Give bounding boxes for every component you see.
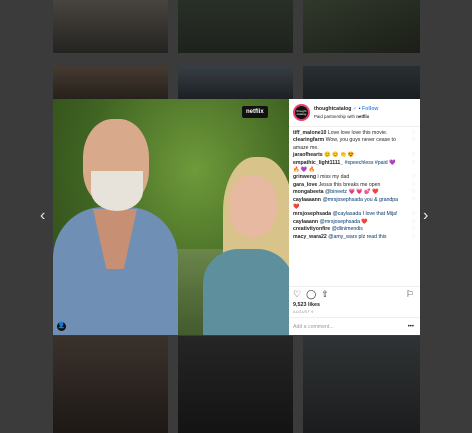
comment-like-icon[interactable]: ♡ xyxy=(412,226,416,233)
comment-item: macy_wara22 @amy_wars plz read this ♡ xyxy=(293,234,416,241)
comment-item: mrsjosephsada @caylasada I love that Mij… xyxy=(293,211,416,218)
comment-like-icon[interactable]: ♡ xyxy=(412,197,416,204)
add-comment-placeholder[interactable]: Add a comment... xyxy=(293,324,334,330)
comment-like-icon[interactable]: ♡ xyxy=(412,219,416,226)
post-actions-bar: ♡ ◯ ⇧ ⚐ xyxy=(289,286,420,301)
next-post-arrow-icon[interactable]: › xyxy=(423,208,428,224)
comment-text: Jesus this breaks me open xyxy=(318,181,381,188)
grid-post-thumbnail[interactable] xyxy=(178,336,293,433)
post-header: thought catalog thoughtcatalog ✓ • Follo… xyxy=(289,99,420,127)
comment-username[interactable]: gara_love xyxy=(293,182,317,188)
photo-scene xyxy=(53,99,289,335)
grid-post-thumbnail[interactable] xyxy=(178,0,293,53)
grid-post-thumbnail[interactable] xyxy=(53,0,168,53)
comment-like-icon[interactable]: ♡ xyxy=(412,234,416,241)
like-count[interactable]: 9,523 likes xyxy=(289,301,420,308)
comment-like-icon[interactable]: ♡ xyxy=(412,160,416,167)
comment-item: caylaaann @mrsjosephsada ❤️ ♡ xyxy=(293,219,416,226)
comment-text: Love love love this movie. xyxy=(327,130,388,136)
grid-post-thumbnail[interactable] xyxy=(303,66,420,99)
grid-post-thumbnail[interactable] xyxy=(53,336,168,433)
avatar[interactable]: thought catalog xyxy=(293,104,310,121)
verified-badge-icon: ✓ xyxy=(352,105,358,112)
comment-item: creativityonfire @dlinimendis ♡ xyxy=(293,226,416,233)
comment-item: mongabeeta @bineetz 💗 💗 💕 ❤️ ♡ xyxy=(293,189,416,196)
comment-username[interactable]: empathic_light1111_ xyxy=(293,160,343,166)
comment-text: @amy_wars plz read this xyxy=(328,233,387,240)
comment-item: caylaaaann @mrsjosephsada you & grandpa … xyxy=(293,197,416,212)
brand-overlay-label: netflix xyxy=(242,106,268,118)
user-tag-icon[interactable]: 👤 xyxy=(57,322,66,331)
partnership-label: Paid partnership with xyxy=(314,113,356,119)
post-image[interactable]: netflix 👤 xyxy=(53,99,289,335)
comment-text: @mrsjosephsada ❤️ xyxy=(319,218,368,225)
grid-post-thumbnail[interactable] xyxy=(303,336,420,433)
grid-post-thumbnail[interactable] xyxy=(303,0,420,53)
bookmark-icon[interactable]: ⚐ xyxy=(406,289,414,300)
comment-item: empathic_light1111_ #speechless #paid 💜 … xyxy=(293,160,416,175)
comment-text: @caylasada I love that Mija! xyxy=(332,211,398,218)
comment-like-icon[interactable]: ♡ xyxy=(412,174,416,181)
partner-link[interactable]: netflix xyxy=(356,114,369,119)
post-date: AUGUST 9 xyxy=(293,310,314,314)
post-modal: netflix 👤 thought catalog thoughtcatalog… xyxy=(53,99,420,335)
grid-post-thumbnail[interactable] xyxy=(53,66,168,99)
comment-username[interactable]: mongabeeta xyxy=(293,189,324,195)
comment-text: @dlinimendis xyxy=(331,226,363,233)
comment-item: grinweng i miss my dad ♡ xyxy=(293,174,416,181)
comment-text: 😊 😊 👏 😍 xyxy=(324,152,355,159)
comment-username[interactable]: clearingfarm xyxy=(293,137,324,143)
post-sidebar: thought catalog thoughtcatalog ✓ • Follo… xyxy=(289,99,420,335)
comment-item: jaraofhearts 😊 😊 👏 😍 ♡ xyxy=(293,152,416,159)
comment-username[interactable]: creativityonfire xyxy=(293,226,330,232)
comment-text: @bineetz 💗 💗 💕 ❤️ xyxy=(325,189,379,196)
username-link[interactable]: thoughtcatalog xyxy=(314,106,351,112)
comment-username[interactable]: caylaaaann xyxy=(293,197,321,203)
follow-button[interactable]: Follow xyxy=(362,106,378,112)
comment-like-icon[interactable]: ♡ xyxy=(412,211,416,218)
comment-list[interactable]: tiff_malone10 Love love love this movie.… xyxy=(289,127,420,286)
comment-like-icon[interactable]: ♡ xyxy=(412,152,416,159)
comment-item: clearingfarm Wow, you guys never cease t… xyxy=(293,137,416,152)
comment-username[interactable]: tiff_malone10 xyxy=(293,130,326,136)
add-comment-field[interactable]: Add a comment... ••• xyxy=(289,317,420,335)
comment-username[interactable]: caylaaann xyxy=(293,219,318,225)
comment-username[interactable]: macy_wara22 xyxy=(293,234,327,240)
comment-bubble-icon[interactable]: ◯ xyxy=(306,289,316,299)
previous-post-arrow-icon[interactable]: ‹ xyxy=(40,208,45,224)
comment-like-icon[interactable]: ♡ xyxy=(412,137,416,144)
comment-username[interactable]: jaraofhearts xyxy=(293,152,323,158)
comment-item: tiff_malone10 Love love love this movie.… xyxy=(293,130,416,137)
comment-like-icon[interactable]: ♡ xyxy=(412,130,416,137)
more-options-icon[interactable]: ••• xyxy=(408,324,414,330)
comment-username[interactable]: grinweng xyxy=(293,174,316,180)
grid-post-thumbnail[interactable] xyxy=(178,66,293,99)
like-heart-icon[interactable]: ♡ xyxy=(293,289,301,299)
comment-like-icon[interactable]: ♡ xyxy=(412,182,416,189)
comment-text: i miss my dad xyxy=(317,174,350,181)
comment-username[interactable]: mrsjosephsada xyxy=(293,211,331,217)
comment-like-icon[interactable]: ♡ xyxy=(412,189,416,196)
share-icon[interactable]: ⇧ xyxy=(321,289,329,299)
